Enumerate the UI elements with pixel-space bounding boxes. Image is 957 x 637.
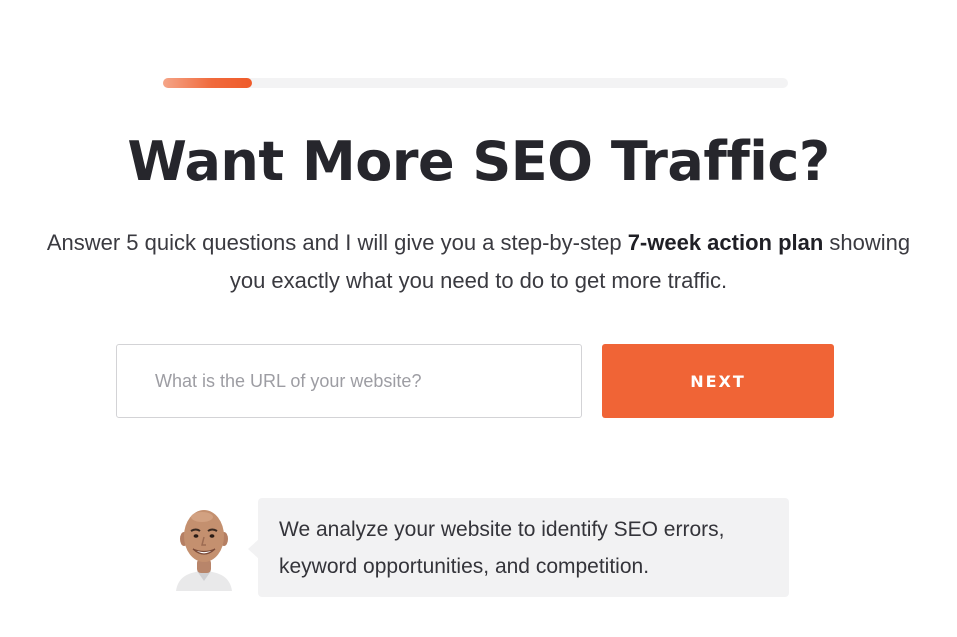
next-button[interactable]: NEXT [602, 344, 834, 418]
website-url-input[interactable] [116, 344, 582, 418]
page-title: Want More SEO Traffic? [127, 130, 830, 193]
subheadline: Answer 5 quick questions and I will give… [30, 224, 927, 300]
person-portrait-icon [172, 505, 236, 591]
subheadline-emphasis: 7-week action plan [627, 230, 824, 255]
speech-bubble: We analyze your website to identify SEO … [258, 498, 789, 597]
testimonial-message: We analyze your website to identify SEO … [279, 518, 725, 578]
progress-bar [163, 78, 788, 88]
progress-bar-fill [163, 78, 253, 88]
subheadline-text-start: Answer 5 quick questions and I will give… [46, 230, 628, 255]
